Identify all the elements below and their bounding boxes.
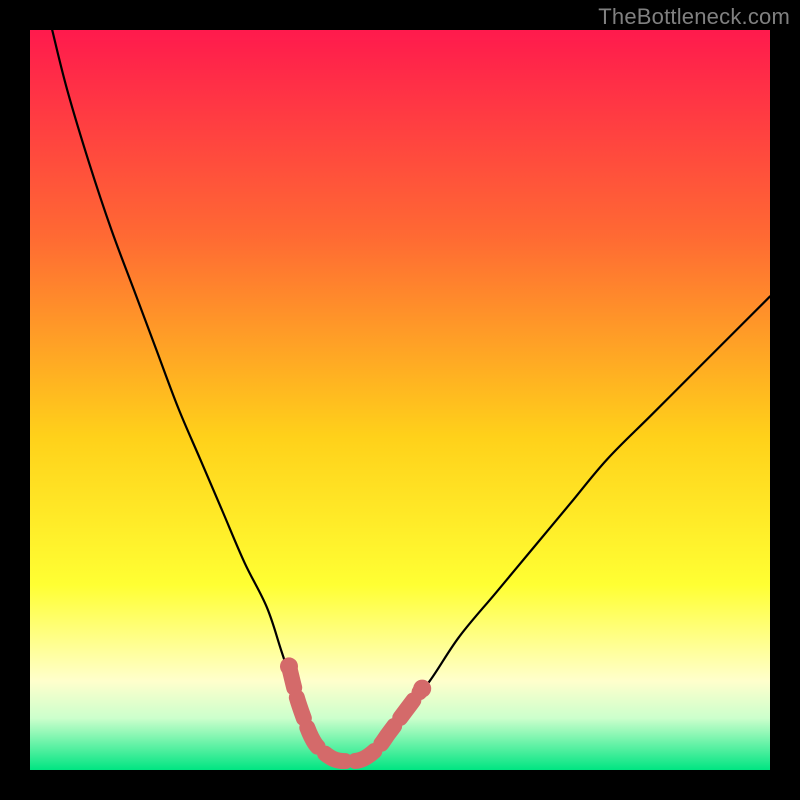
highlight-endpoint	[280, 657, 298, 675]
chart-frame: TheBottleneck.com	[0, 0, 800, 800]
highlight-endpoint	[413, 680, 431, 698]
bottleneck-chart	[30, 30, 770, 770]
gradient-background	[30, 30, 770, 770]
watermark-text: TheBottleneck.com	[598, 4, 790, 30]
plot-area	[30, 30, 770, 770]
